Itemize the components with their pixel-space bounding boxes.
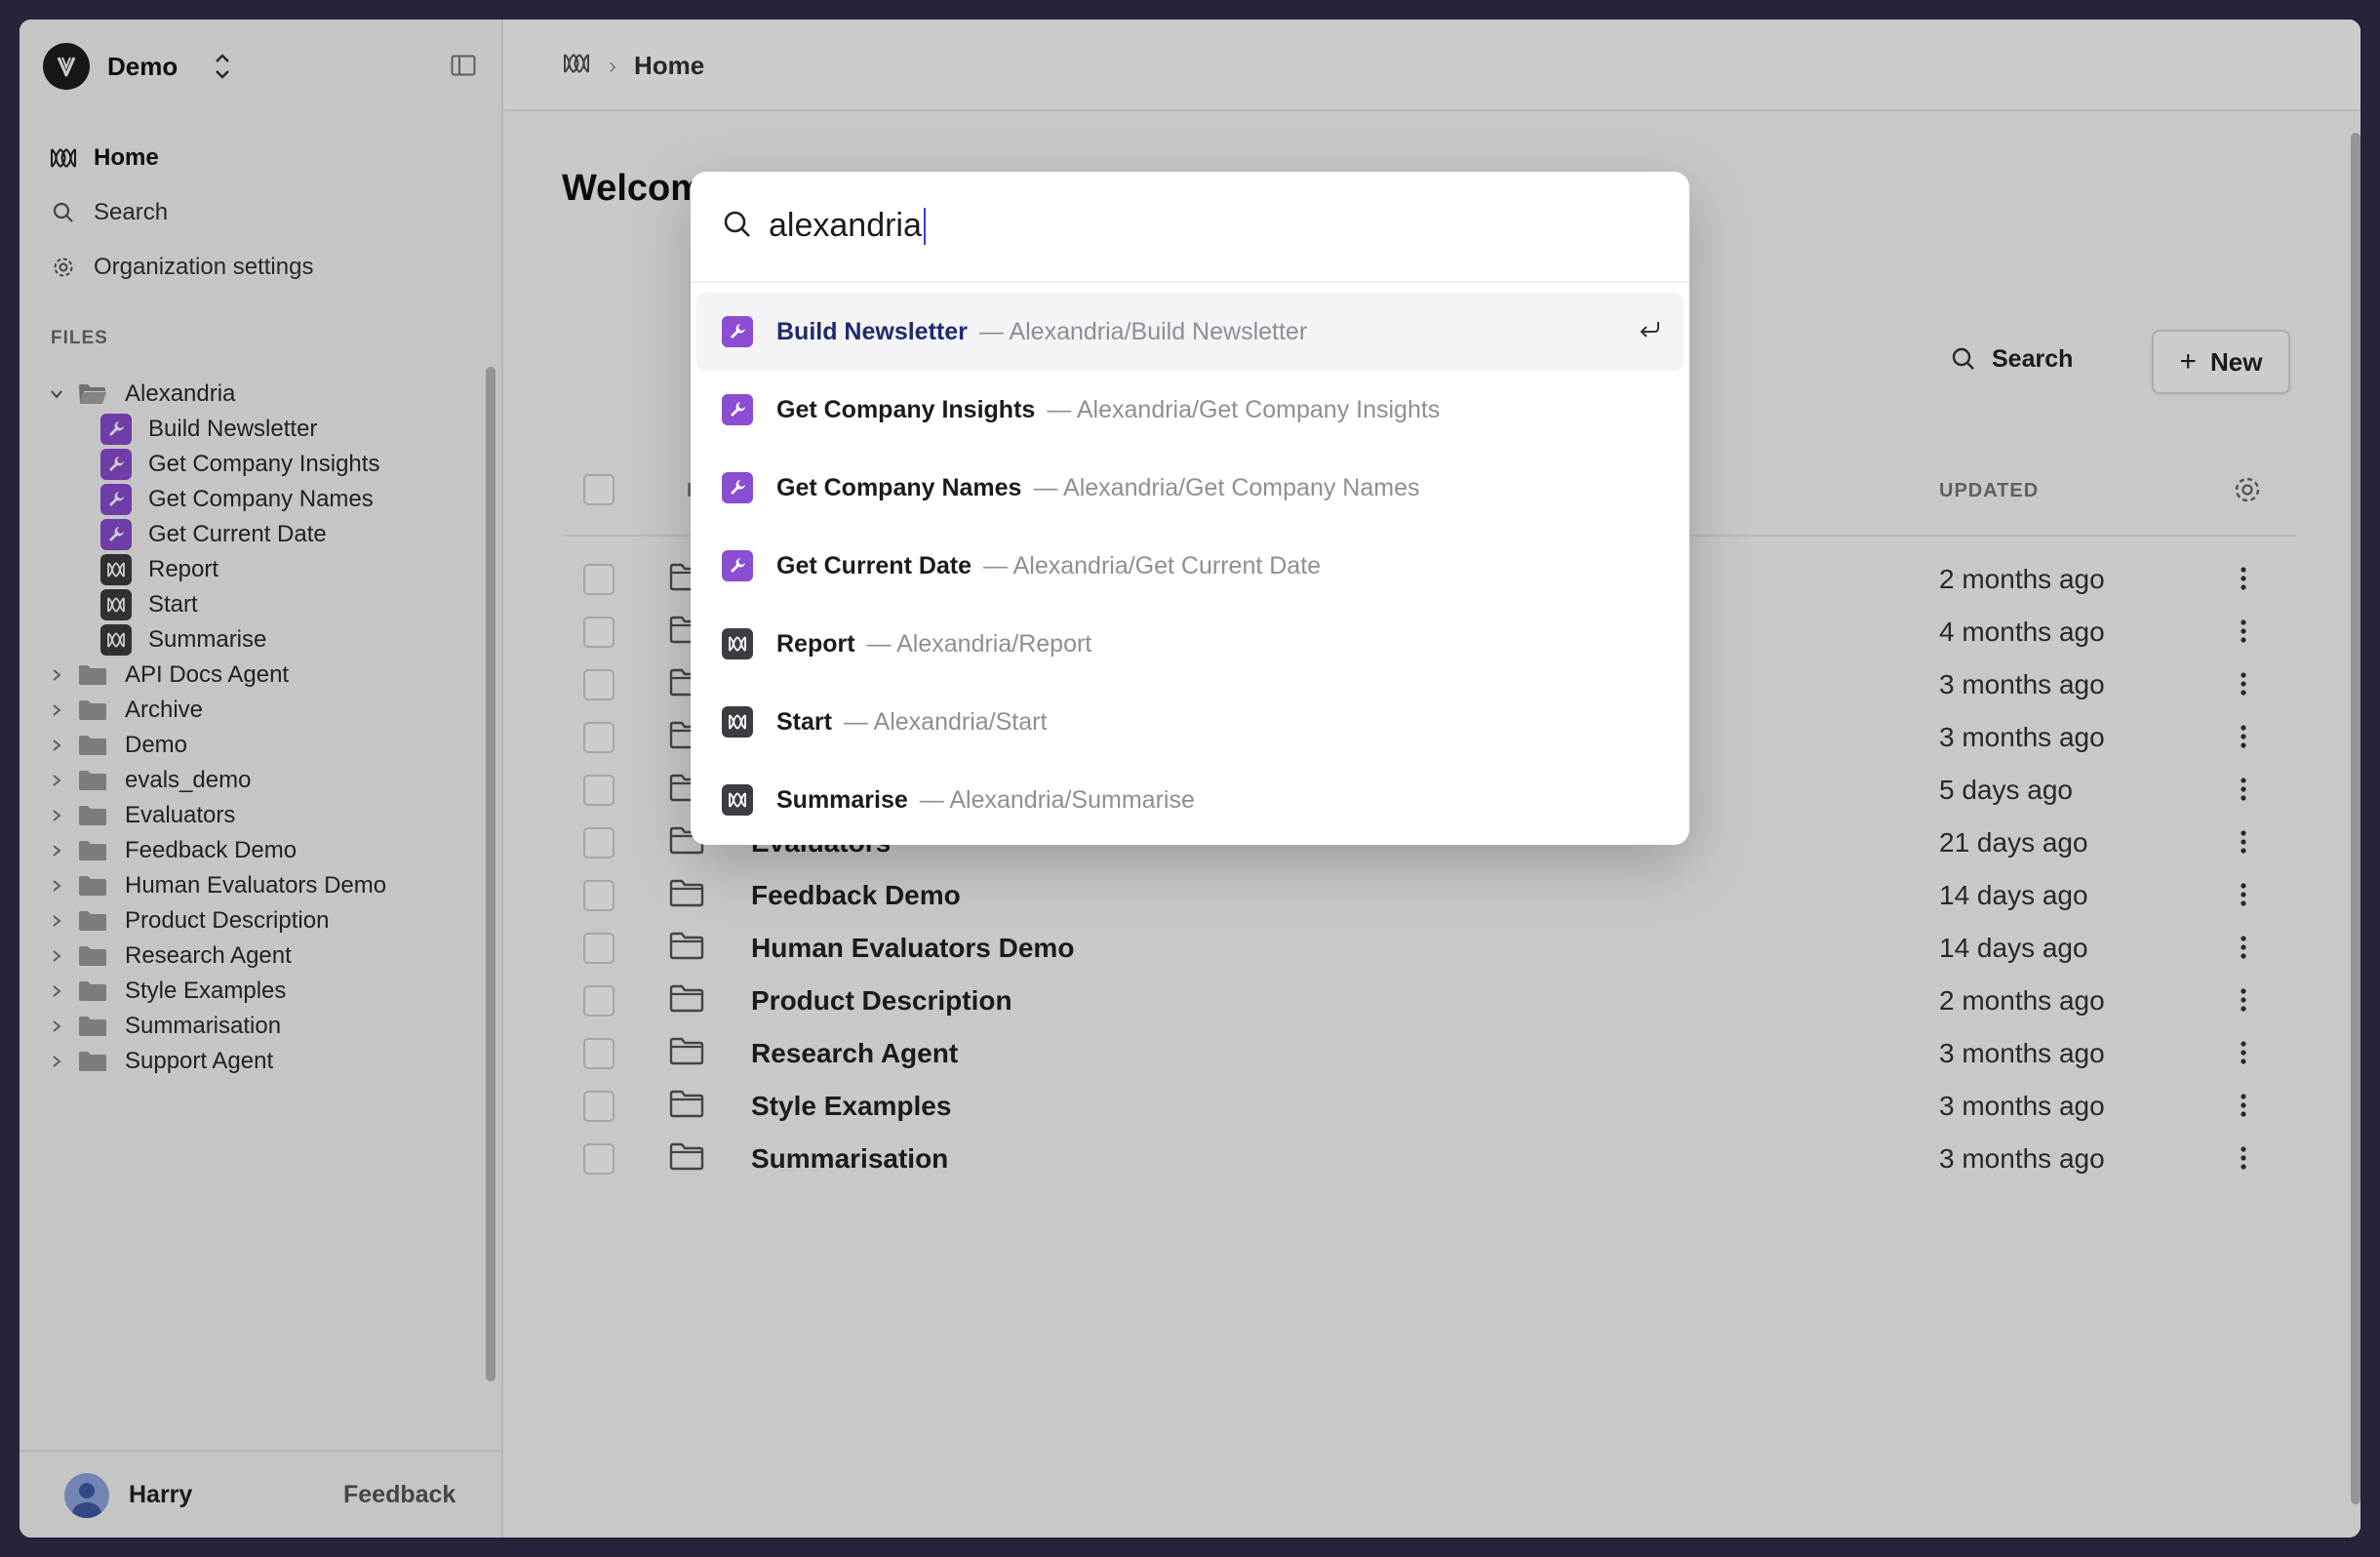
- palette-result-path: — Alexandria/Start: [843, 708, 1048, 736]
- palette-result-title: Get Company Names — Alexandria/Get Compan…: [776, 474, 1420, 501]
- palette-result[interactable]: Build Newsletter — Alexandria/Build Newsl…: [696, 293, 1684, 371]
- flow-icon: [722, 784, 753, 816]
- flow-icon: [722, 628, 753, 659]
- palette-result[interactable]: Get Company Insights — Alexandria/Get Com…: [696, 371, 1684, 449]
- tool-icon: [722, 472, 753, 503]
- palette-result[interactable]: Summarise — Alexandria/Summarise: [696, 761, 1684, 839]
- tool-icon: [722, 550, 753, 581]
- palette-result[interactable]: Start — Alexandria/Start: [696, 683, 1684, 761]
- palette-result-title: Get Current Date — Alexandria/Get Current…: [776, 552, 1322, 579]
- tool-icon: [722, 394, 753, 425]
- palette-result-path: — Alexandria/Build Newsletter: [978, 318, 1308, 345]
- search-icon: [722, 209, 753, 245]
- text-caret: [923, 207, 926, 245]
- enter-key-icon: [1637, 318, 1664, 348]
- palette-search-field[interactable]: alexandria: [691, 172, 1689, 283]
- palette-result-path: — Alexandria/Get Current Date: [983, 552, 1322, 579]
- palette-result-path: — Alexandria/Summarise: [919, 786, 1195, 814]
- palette-result-title: Summarise — Alexandria/Summarise: [776, 786, 1195, 814]
- palette-result-title: Build Newsletter — Alexandria/Build Newsl…: [776, 318, 1308, 345]
- command-palette: alexandria Build Newsletter — Alexandria/…: [691, 172, 1689, 845]
- flow-icon: [722, 706, 753, 738]
- palette-result-path: — Alexandria/Get Company Insights: [1047, 396, 1441, 423]
- palette-result-title: Get Company Insights — Alexandria/Get Com…: [776, 396, 1441, 423]
- palette-result[interactable]: Get Company Names — Alexandria/Get Compan…: [696, 449, 1684, 527]
- tool-icon: [722, 316, 753, 347]
- palette-result-path: — Alexandria/Report: [866, 630, 1092, 658]
- palette-query-text: alexandria: [769, 207, 922, 244]
- palette-result-title: Report — Alexandria/Report: [776, 630, 1092, 658]
- palette-result[interactable]: Report — Alexandria/Report: [696, 605, 1684, 683]
- palette-result[interactable]: Get Current Date — Alexandria/Get Current…: [696, 527, 1684, 605]
- palette-search-input[interactable]: alexandria: [769, 207, 926, 245]
- palette-result-title: Start — Alexandria/Start: [776, 708, 1048, 736]
- palette-result-path: — Alexandria/Get Company Names: [1033, 474, 1420, 501]
- modal-overlay: alexandria Build Newsletter — Alexandria/…: [0, 0, 2380, 1557]
